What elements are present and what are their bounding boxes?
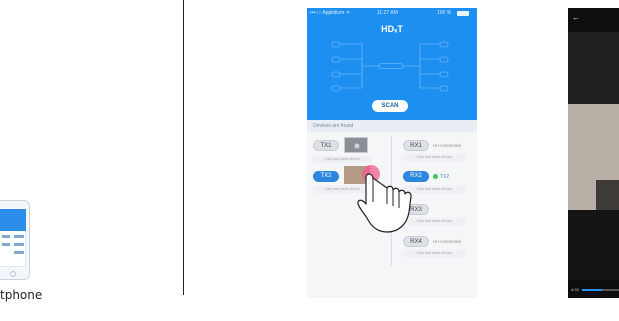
video-progress-bar[interactable] [582, 289, 619, 291]
video-letterbox-bottom [568, 210, 619, 280]
rx4-name-hint[interactable]: Click and name device [403, 250, 465, 257]
smartphone-row [2, 235, 10, 238]
tx-node-icon [331, 41, 341, 48]
devices-found-label: Devices are found [313, 123, 354, 129]
rx-node-icon [439, 85, 449, 92]
devices-found-bar: Devices are found [307, 120, 477, 132]
rx-node-icon [439, 71, 449, 78]
video-time: 4:33 [571, 287, 579, 292]
rx4-status: Un-connected [433, 239, 462, 244]
screenshot-stage: tphone •••○○ Applidium ᯤ 11:27 AM 100 % … [0, 0, 619, 321]
rx1-button[interactable]: RX1 [403, 140, 429, 151]
video-progress-fill [582, 289, 603, 291]
topology-diagram [331, 41, 449, 92]
video-letterbox-top [568, 32, 619, 104]
tx-node-icon [331, 71, 341, 78]
tx-node-icon [331, 85, 341, 92]
hdmi-app-screen: •••○○ Applidium ᯤ 11:27 AM 100 % HDₓT SC… [307, 8, 477, 298]
video-frame-object [596, 180, 619, 210]
tx-link-lines [340, 43, 379, 89]
smartphone-row [14, 251, 24, 254]
smartphone-row [14, 235, 24, 238]
tx-node-icon [331, 56, 341, 63]
smartphone-screen-header [0, 209, 26, 231]
rx1-status: Un-connected [433, 143, 462, 148]
tx1-source-icon [354, 143, 360, 149]
video-preview-screen: ← 4:33 [568, 8, 619, 298]
back-arrow-icon[interactable]: ← [572, 13, 580, 22]
tap-hand-icon [357, 165, 412, 233]
rx2-linked-source: TX2 [440, 174, 450, 180]
rx-node-icon [439, 56, 449, 63]
smartphone-row [2, 243, 10, 246]
smartphone-caption: tphone [0, 288, 43, 302]
scan-button[interactable]: SCAN [372, 100, 408, 112]
rx-link-lines [403, 43, 440, 89]
matrix-switch-icon [378, 63, 404, 69]
tx2-button[interactable]: TX2 [313, 171, 339, 182]
connected-status-icon [433, 174, 438, 179]
smartphone-illustration [0, 200, 30, 280]
rx-node-icon [439, 41, 449, 48]
home-button-icon [10, 271, 16, 277]
tx1-button[interactable]: TX1 [313, 140, 339, 151]
tx1-thumbnail[interactable] [344, 137, 368, 153]
panel-divider [183, 0, 184, 295]
smartphone-row [14, 243, 24, 246]
